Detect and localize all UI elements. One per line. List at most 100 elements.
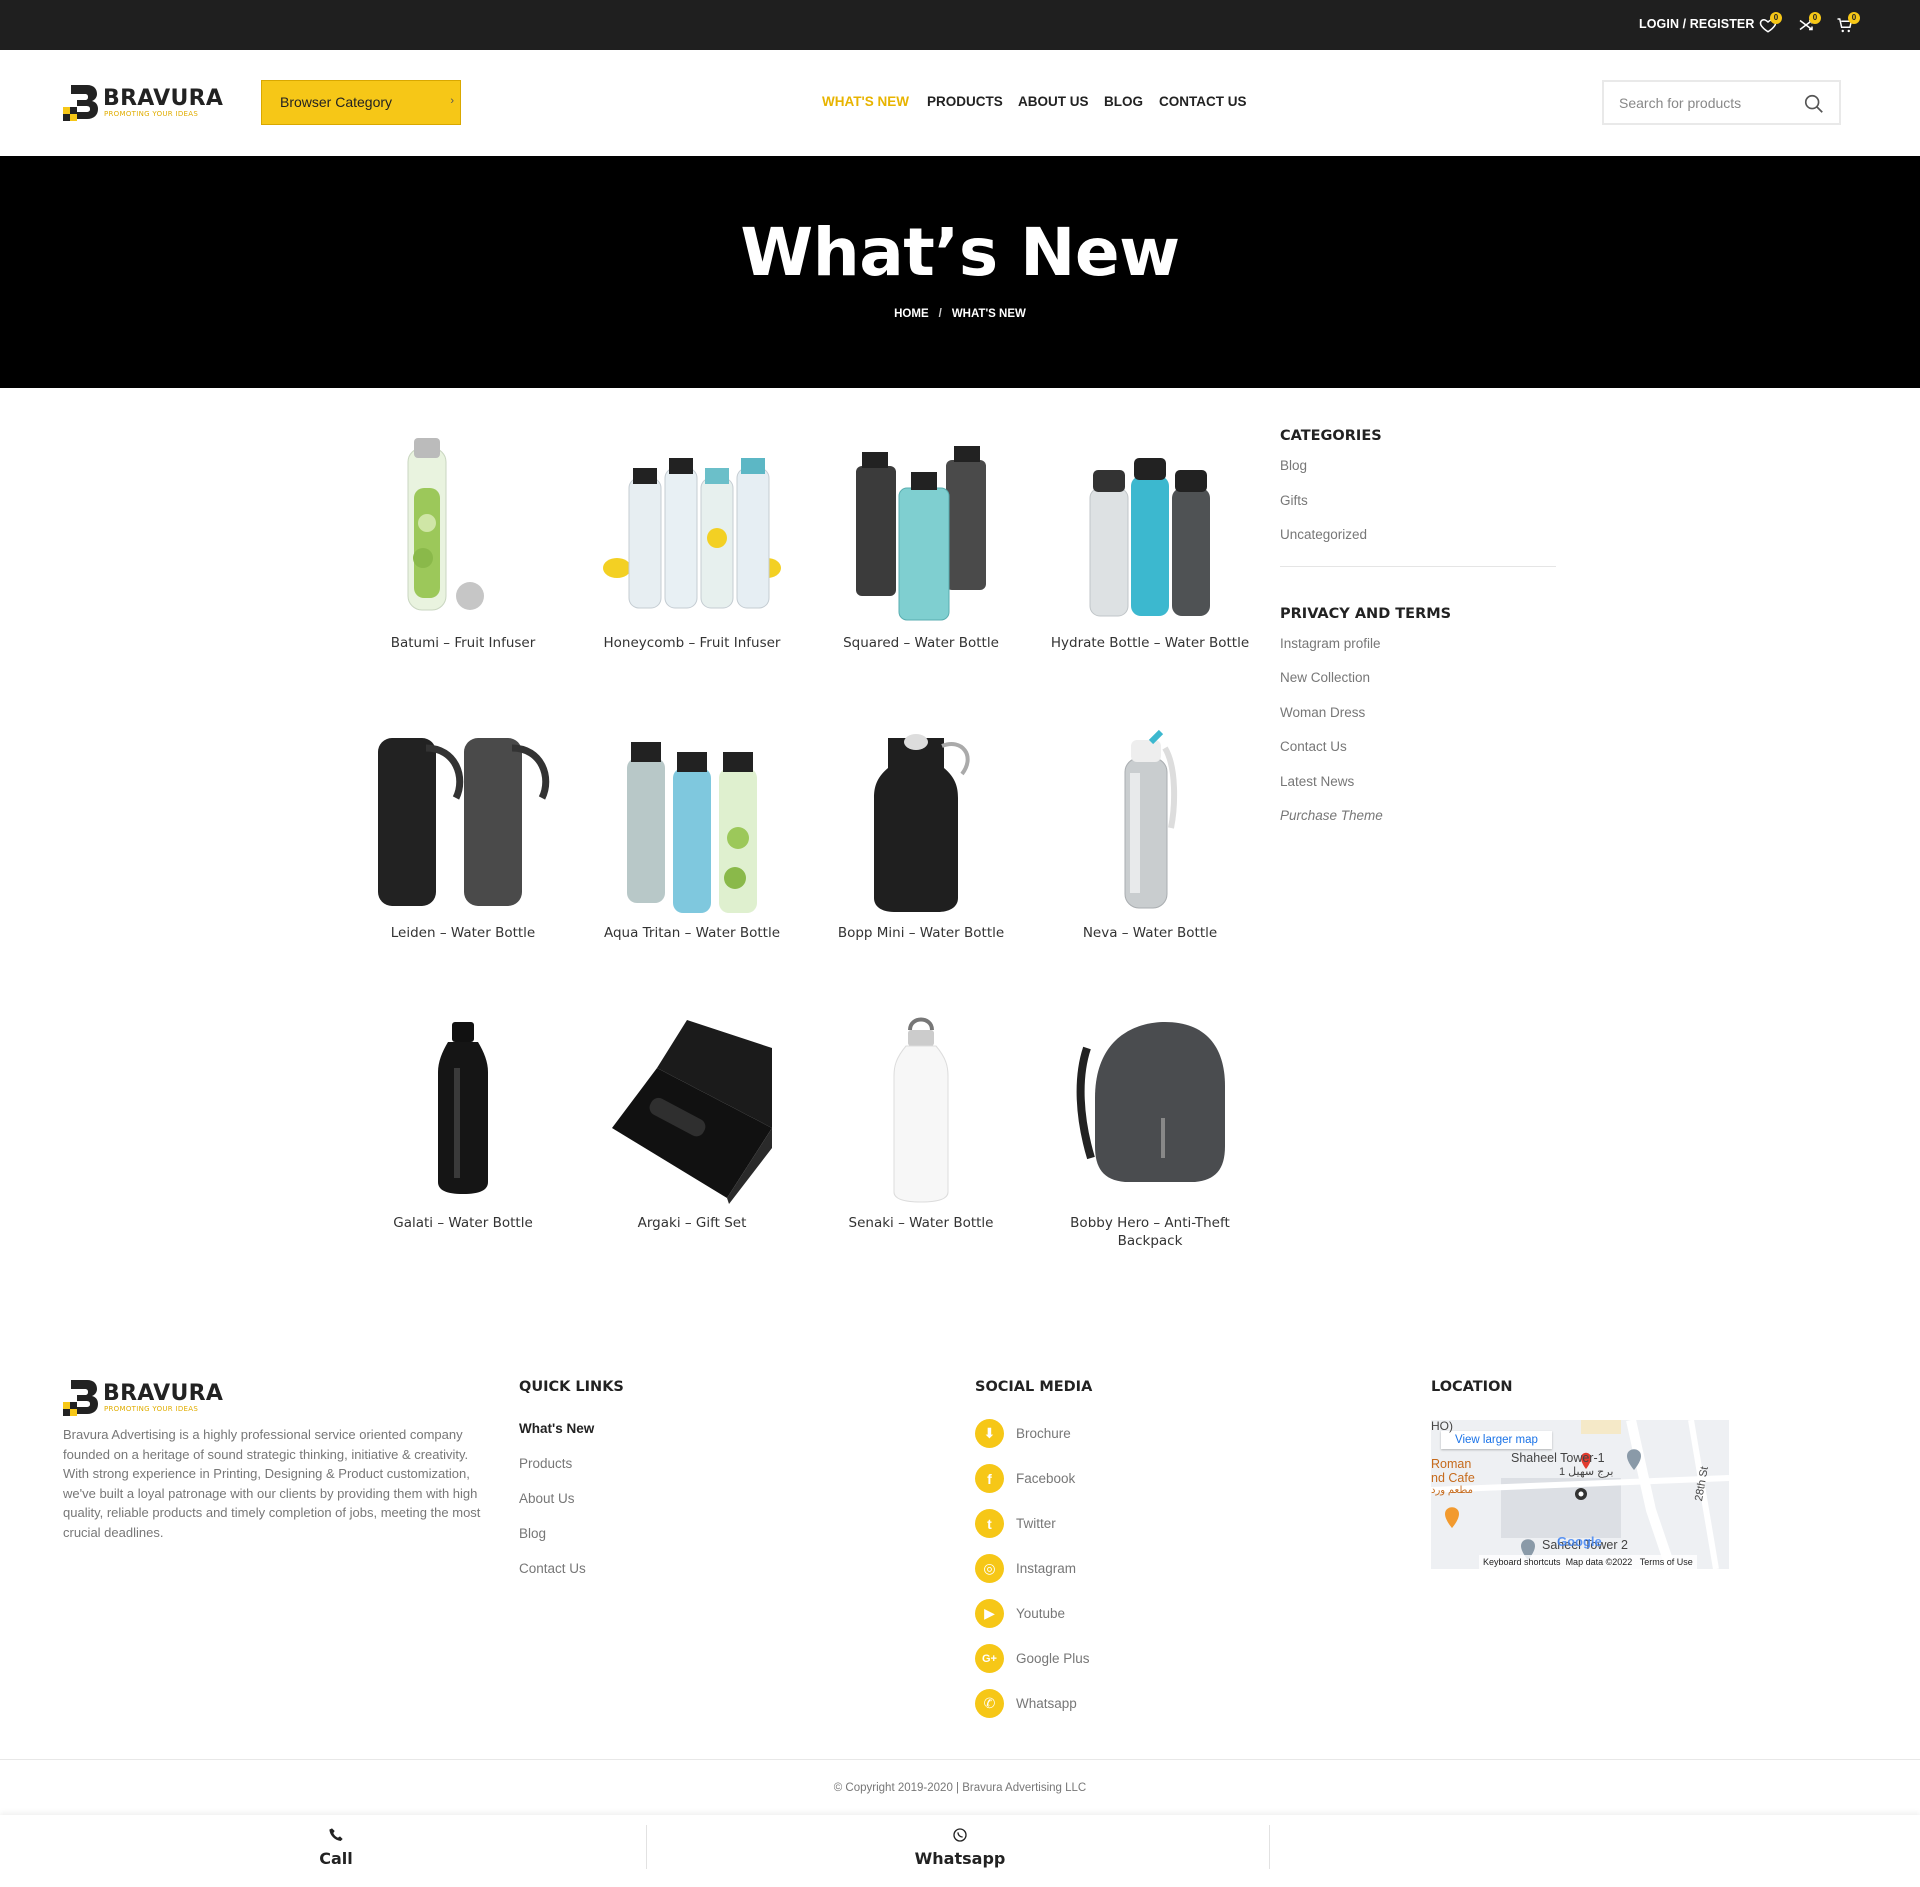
product-card[interactable]: Neva – Water Bottle: [1035, 718, 1265, 942]
social-label: Facebook: [1016, 1471, 1076, 1486]
nav-about-us[interactable]: ABOUT US: [1018, 94, 1089, 109]
product-card[interactable]: Galati – Water Bottle: [348, 1008, 578, 1232]
social-link-youtube[interactable]: ▶ Youtube: [975, 1599, 1065, 1628]
footer-link-products[interactable]: Products: [519, 1456, 572, 1471]
privacy-link[interactable]: Instagram profile: [1280, 634, 1556, 669]
product-card[interactable]: Senaki – Water Bottle: [806, 1008, 1036, 1232]
keyboard-shortcuts-link[interactable]: Keyboard shortcuts: [1483, 1557, 1561, 1567]
purchase-theme-link[interactable]: Purchase Theme: [1280, 806, 1556, 841]
youtube-icon: ▶: [975, 1599, 1004, 1628]
footer-divider: [0, 1759, 1920, 1760]
browse-category-button[interactable]: Browser Category ›: [261, 80, 461, 125]
product-title[interactable]: Leiden – Water Bottle: [348, 924, 578, 942]
product-image[interactable]: [806, 1008, 1036, 1208]
map-label: Shaheel Tower-1: [1511, 1451, 1605, 1465]
social-link-facebook[interactable]: f Facebook: [975, 1464, 1075, 1493]
login-register-link[interactable]: LOGIN / REGISTER: [1639, 17, 1755, 31]
bottom-bar-divider: [1269, 1825, 1270, 1869]
product-image[interactable]: [577, 718, 807, 918]
social-link-brochure[interactable]: ⬇ Brochure: [975, 1419, 1071, 1448]
nav-blog[interactable]: BLOG: [1104, 94, 1143, 109]
product-title[interactable]: Argaki – Gift Set: [577, 1214, 807, 1232]
location-heading: LOCATION: [1431, 1379, 1513, 1395]
nav-products[interactable]: PRODUCTS: [927, 94, 1003, 109]
page-hero: What’s New HOME / WHAT'S NEW: [0, 156, 1920, 388]
product-title[interactable]: Batumi – Fruit Infuser: [348, 634, 578, 652]
product-title[interactable]: Bopp Mini – Water Bottle: [806, 924, 1036, 942]
copyright-text: © Copyright 2019-2020 | Bravura Advertis…: [833, 1782, 1087, 1794]
page-title: What’s New: [740, 214, 1180, 291]
product-card[interactable]: Hydrate Bottle – Water Bottle: [1035, 428, 1265, 652]
product-card[interactable]: Aqua Tritan – Water Bottle: [577, 718, 807, 942]
whatsapp-button[interactable]: Whatsapp: [860, 1827, 1060, 1868]
nav-contact-us[interactable]: CONTACT US: [1159, 94, 1247, 109]
terms-of-use-link[interactable]: Terms of Use: [1640, 1557, 1693, 1567]
product-title[interactable]: Hydrate Bottle – Water Bottle: [1035, 634, 1265, 652]
download-icon: ⬇: [975, 1419, 1004, 1448]
breadcrumb-home[interactable]: HOME: [894, 308, 929, 320]
site-logo[interactable]: BRAVURA PROMOTING YOUR IDEAS: [63, 85, 223, 121]
search-input[interactable]: Search for products: [1602, 80, 1841, 125]
social-link-twitter[interactable]: t Twitter: [975, 1509, 1056, 1538]
footer-logo[interactable]: BRAVURA PROMOTING YOUR IDEAS: [63, 1380, 223, 1416]
social-media-heading: SOCIAL MEDIA: [975, 1379, 1093, 1395]
social-link-google-plus[interactable]: G+ Google Plus: [975, 1644, 1090, 1673]
category-link-uncategorized[interactable]: Uncategorized: [1280, 525, 1556, 560]
nav-whats-new[interactable]: WHAT'S NEW: [822, 94, 909, 109]
product-title[interactable]: Honeycomb – Fruit Infuser: [577, 634, 807, 652]
privacy-link[interactable]: Woman Dress: [1280, 703, 1556, 738]
product-image[interactable]: [348, 718, 578, 918]
product-card[interactable]: Bobby Hero – Anti-Theft Backpack: [1035, 1008, 1265, 1250]
product-image[interactable]: [577, 1008, 807, 1208]
product-title[interactable]: Squared – Water Bottle: [806, 634, 1036, 652]
call-button[interactable]: Call: [236, 1827, 436, 1868]
product-image[interactable]: [348, 1008, 578, 1208]
product-card[interactable]: Bopp Mini – Water Bottle: [806, 718, 1036, 942]
logo-text: BRAVURA: [103, 1380, 224, 1406]
footer-link-whats-new[interactable]: What's New: [519, 1421, 594, 1436]
sidebar: CATEGORIES Blog Gifts Uncategorized PRIV…: [1280, 428, 1556, 841]
product-title[interactable]: Galati – Water Bottle: [348, 1214, 578, 1232]
category-link-gifts[interactable]: Gifts: [1280, 491, 1556, 526]
product-image[interactable]: [1035, 428, 1265, 628]
whatsapp-icon: [953, 1828, 967, 1842]
footer-link-about-us[interactable]: About Us: [519, 1491, 575, 1506]
product-image[interactable]: [1035, 718, 1265, 918]
product-card[interactable]: Honeycomb – Fruit Infuser: [577, 428, 807, 652]
privacy-link[interactable]: Latest News: [1280, 772, 1556, 807]
google-logo: Google: [1557, 1534, 1602, 1549]
view-larger-map-link[interactable]: View larger map: [1441, 1431, 1552, 1449]
product-title[interactable]: Aqua Tritan – Water Bottle: [577, 924, 807, 942]
phone-icon: [329, 1828, 343, 1841]
browse-category-label: Browser Category: [280, 94, 393, 110]
social-link-instagram[interactable]: ◎ Instagram: [975, 1554, 1076, 1583]
top-bar: LOGIN / REGISTER 0 0 0: [0, 0, 1920, 50]
privacy-terms-heading: PRIVACY AND TERMS: [1280, 605, 1452, 622]
search-icon[interactable]: [1803, 93, 1825, 115]
product-image[interactable]: [1035, 1008, 1265, 1208]
categories-heading: CATEGORIES: [1280, 428, 1382, 444]
category-link-blog[interactable]: Blog: [1280, 456, 1556, 491]
footer-link-contact-us[interactable]: Contact Us: [519, 1561, 586, 1576]
product-card[interactable]: Argaki – Gift Set: [577, 1008, 807, 1232]
footer-link-blog[interactable]: Blog: [519, 1526, 546, 1541]
product-title[interactable]: Senaki – Water Bottle: [806, 1214, 1036, 1232]
site-header: BRAVURA PROMOTING YOUR IDEAS Browser Cat…: [0, 50, 1920, 156]
map-footer: Keyboard shortcuts Map data ©2022 Terms …: [1479, 1555, 1697, 1569]
product-card[interactable]: Batumi – Fruit Infuser: [348, 428, 578, 652]
social-link-whatsapp[interactable]: ✆ Whatsapp: [975, 1689, 1077, 1718]
product-title[interactable]: Neva – Water Bottle: [1035, 924, 1265, 942]
logo-mark-icon: [63, 1380, 98, 1416]
privacy-link[interactable]: Contact Us: [1280, 737, 1556, 772]
product-card[interactable]: Leiden – Water Bottle: [348, 718, 578, 942]
social-label: Twitter: [1016, 1516, 1056, 1531]
privacy-link[interactable]: New Collection: [1280, 668, 1556, 703]
location-map[interactable]: View larger map HO) Shaheel Tower-1 برج …: [1431, 1420, 1729, 1569]
product-image[interactable]: [348, 428, 578, 628]
product-image[interactable]: [577, 428, 807, 628]
product-image[interactable]: [806, 718, 1036, 918]
product-image[interactable]: [806, 428, 1036, 628]
map-label: HO): [1431, 1420, 1453, 1433]
product-card[interactable]: Squared – Water Bottle: [806, 428, 1036, 652]
product-title[interactable]: Bobby Hero – Anti-Theft Backpack: [1035, 1214, 1265, 1250]
